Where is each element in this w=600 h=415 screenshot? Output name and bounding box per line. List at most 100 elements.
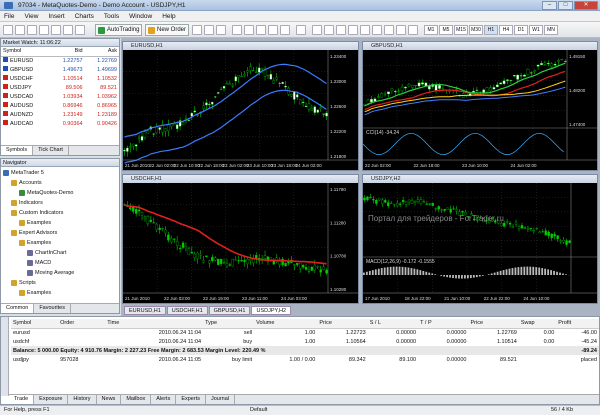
chart-tab-eurusd[interactable]: EURUSD,H1 (124, 306, 166, 315)
chart-tab-gbpusd[interactable]: GBPUSD,H1 (208, 306, 251, 315)
new-order-button[interactable]: New Order (145, 24, 190, 36)
market-watch-row[interactable]: AUDCAD 0.90364 0.90426 (1, 119, 119, 128)
menu-help[interactable]: Help (162, 13, 175, 20)
terminal-col[interactable]: Time (105, 319, 204, 329)
navigator-item[interactable]: Custom Indicators (3, 208, 117, 218)
indicators-icon[interactable] (296, 25, 306, 35)
timeframe-m5[interactable]: M5 (439, 25, 453, 35)
chart-usdchf-canvas[interactable]: 1.11780 1.11280 1.10780 1.10280 21 Jun 2010 2… (123, 183, 358, 303)
bar-chart-icon[interactable] (192, 25, 202, 35)
terminal-col[interactable]: Volume (254, 319, 318, 329)
fibonacci-icon[interactable] (384, 25, 394, 35)
terminal-col[interactable]: Profit (556, 319, 599, 329)
terminal-tab-exposure[interactable]: Exposure (34, 395, 69, 404)
navigator-item[interactable]: Expert Advisors (3, 228, 117, 238)
timeframe-h1[interactable]: H1 (484, 25, 498, 35)
terminal-col[interactable]: Price (468, 319, 519, 329)
navigator-item[interactable]: MetaQuotes-Demo (3, 188, 117, 198)
col-symbol[interactable]: Symbol (1, 47, 51, 57)
tab-favourites[interactable]: Favourites (34, 304, 71, 313)
minimize-button[interactable]: – (542, 1, 557, 10)
menu-charts[interactable]: Charts (75, 13, 94, 20)
navigator-icon[interactable] (39, 25, 49, 35)
navigator-item[interactable]: Examples (3, 288, 117, 298)
chart-window-usdjpy[interactable]: USDJPY,H2 MACD(12,26,9) -0.172 -0.1555 17… (362, 174, 598, 304)
chart-eurusd-canvas[interactable]: 1.23400 1.23000 1.22600 1.22200 1.21800 21 Ju… (123, 50, 358, 170)
market-watch-row[interactable]: USDCAD 1.03934 1.03962 (1, 92, 119, 101)
navigator-item[interactable]: Examples (3, 238, 117, 248)
crosshair-icon[interactable] (324, 25, 334, 35)
navigator-item[interactable]: Indicators (3, 198, 117, 208)
menu-view[interactable]: View (24, 13, 38, 20)
tab-common[interactable]: Common (1, 304, 35, 313)
col-bid[interactable]: Bid (50, 47, 85, 57)
autotrading-button[interactable]: AutoTrading (95, 24, 143, 36)
menu-tools[interactable]: Tools (104, 13, 119, 20)
chart-window-usdchf[interactable]: USDCHF,H1 1.11780 1.11280 1.10780 1.10280 21… (122, 174, 359, 304)
chart-tab-usdjpy[interactable]: USDJPY,H2 (251, 306, 292, 315)
chart-gbpusd-canvas[interactable]: CCI(14) -34.24 1.49150 1.48200 1.47400 22 Ju… (363, 50, 597, 170)
chart-window-gbpusd[interactable]: GBPUSD,H1 CCI(14) -34.24 1.49150 1.48200 1.… (362, 41, 598, 171)
terminal-icon[interactable] (51, 25, 61, 35)
tester-icon[interactable] (63, 25, 73, 35)
profiles-icon[interactable] (15, 25, 25, 35)
terminal-col[interactable]: Swap (518, 319, 557, 329)
timeframe-m30[interactable]: M30 (469, 25, 483, 35)
menu-file[interactable]: File (4, 13, 14, 20)
channel-icon[interactable] (372, 25, 382, 35)
timeframe-m1[interactable]: M1 (424, 25, 438, 35)
navigator-item[interactable]: MetaTrader 5 (3, 168, 117, 178)
timeframe-h4[interactable]: H4 (499, 25, 513, 35)
navigator-item[interactable]: Moving Average (3, 268, 117, 278)
line-chart-icon[interactable] (216, 25, 226, 35)
menu-window[interactable]: Window (129, 13, 152, 20)
new-chart-icon[interactable] (3, 25, 13, 35)
col-ask[interactable]: Ask (84, 47, 119, 57)
market-watch-row[interactable]: USDJPY 89.506 89.521 (1, 83, 119, 92)
terminal-side-handle[interactable] (1, 317, 9, 396)
navigator-item[interactable]: MACD (3, 258, 117, 268)
market-watch-row[interactable]: AUDUSD 0.86946 0.86965 (1, 101, 119, 110)
tile-windows-icon[interactable] (256, 25, 266, 35)
trade-row[interactable]: eurusd 2010.06.24 11:04 sell 1.00 1.22723 0.0… (11, 328, 599, 337)
market-watch-row[interactable]: AUDNZD 1.23149 1.23189 (1, 110, 119, 119)
timeframe-m15[interactable]: M15 (454, 25, 468, 35)
navigator-item[interactable]: Scripts (3, 278, 117, 288)
market-watch-row[interactable]: USDCHF 1.10514 1.10532 (1, 74, 119, 83)
text-tool-icon[interactable] (396, 25, 406, 35)
candle-chart-icon[interactable] (204, 25, 214, 35)
timeframe-mn[interactable]: MN (544, 25, 558, 35)
zoom-out-icon[interactable] (244, 25, 254, 35)
chart-tab-usdchf[interactable]: USDCHF,H1 (166, 306, 208, 315)
maximize-button[interactable]: □ (558, 1, 573, 10)
timeframe-d1[interactable]: D1 (514, 25, 528, 35)
trendline-icon[interactable] (360, 25, 370, 35)
terminal-tab-mailbox[interactable]: Mailbox (121, 395, 152, 404)
market-watch-row[interactable]: GBPUSD 1.49673 1.49699 (1, 65, 119, 74)
menu-insert[interactable]: Insert (48, 13, 64, 20)
terminal-col[interactable]: T / P (418, 319, 469, 329)
terminal-tab-alerts[interactable]: Alerts (151, 395, 177, 404)
chart-shift-icon[interactable] (280, 25, 290, 35)
chart-usdjpy-canvas[interactable]: MACD(12,26,9) -0.172 -0.1555 17 Jun 2010 1… (363, 183, 597, 303)
terminal-tab-trade[interactable]: Trade (9, 395, 35, 404)
terminal-tab-news[interactable]: News (97, 395, 122, 404)
scroll-end-icon[interactable] (268, 25, 278, 35)
terminal-col[interactable]: Symbol (11, 319, 59, 329)
market-watch-icon[interactable] (27, 25, 37, 35)
navigator-item[interactable]: Examples (3, 218, 117, 228)
terminal-col[interactable]: S / L (367, 319, 419, 329)
cursor-icon[interactable] (312, 25, 322, 35)
trade-row[interactable]: usdchf 2010.06.24 11:04 buy 1.00 1.10564 0.00… (11, 337, 599, 346)
terminal-col[interactable]: Price (317, 319, 368, 329)
arrow-tool-icon[interactable] (408, 25, 418, 35)
zoom-in-icon[interactable] (232, 25, 242, 35)
navigator-item[interactable]: ChartInChart (3, 248, 117, 258)
horizontal-line-icon[interactable] (348, 25, 358, 35)
trade-row[interactable]: usdjpy 957028 2010.06.24 11:05 buy limit 1.0… (11, 355, 599, 364)
tab-tick-chart[interactable]: Tick Chart (33, 146, 69, 155)
close-button[interactable]: ✕ (574, 1, 598, 10)
terminal-tab-experts[interactable]: Experts (176, 395, 206, 404)
navigator-item[interactable]: Accounts (3, 178, 117, 188)
tab-symbols[interactable]: Symbols (1, 146, 34, 155)
